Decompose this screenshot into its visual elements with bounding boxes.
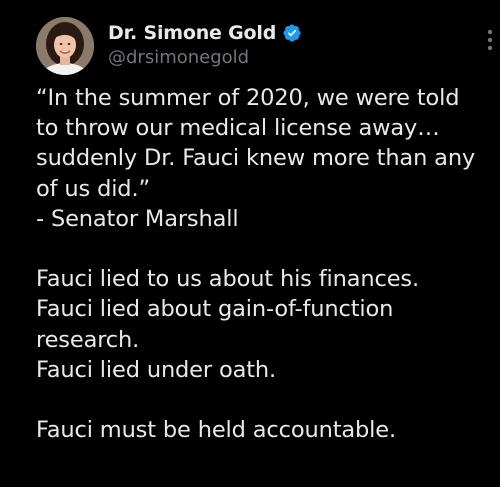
verified-badge-icon bbox=[282, 23, 302, 43]
display-name[interactable]: Dr. Simone Gold bbox=[108, 22, 276, 44]
handle[interactable]: @drsimonegold bbox=[108, 47, 249, 68]
profile-photo-icon bbox=[36, 17, 94, 75]
more-options-icon[interactable] bbox=[484, 28, 496, 52]
tweet-line: Fauci lied to us about his finances. bbox=[36, 266, 419, 293]
tweet-line: of us did.” bbox=[36, 175, 150, 202]
tweet-line: to throw our medical license away… bbox=[36, 115, 440, 142]
tweet-line: Fauci lied about gain-of-function bbox=[36, 296, 394, 323]
tweet-line: research. bbox=[36, 326, 140, 353]
tweet-line: Fauci lied under oath. bbox=[36, 356, 277, 383]
avatar[interactable] bbox=[36, 17, 94, 75]
tweet-text: “In the summer of 2020, we were told to … bbox=[36, 83, 496, 445]
tweet-line: “In the summer of 2020, we were told bbox=[36, 85, 460, 111]
tweet-line: suddenly Dr. Fauci knew more than any bbox=[36, 145, 476, 172]
tweet-line: - Senator Marshall bbox=[36, 205, 239, 232]
tweet-card: Dr. Simone Gold @drsimonegold “In the su… bbox=[0, 0, 500, 487]
tweet-line: Fauci must be held accountable. bbox=[36, 417, 396, 444]
name-row: Dr. Simone Gold bbox=[108, 20, 302, 46]
